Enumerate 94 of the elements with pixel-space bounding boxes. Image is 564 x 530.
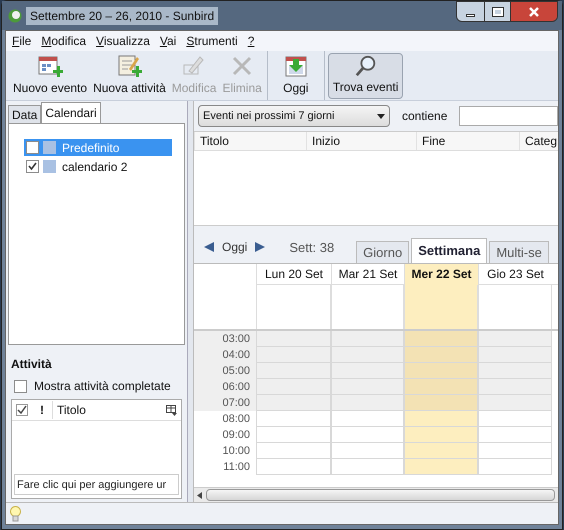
time-slot[interactable] bbox=[404, 427, 478, 443]
view-tab[interactable]: Giorno bbox=[356, 241, 410, 263]
menu-item[interactable]: Vai bbox=[160, 32, 176, 50]
time-slot[interactable] bbox=[404, 411, 478, 427]
today-button[interactable]: Oggi bbox=[220, 238, 250, 256]
maximize-button[interactable] bbox=[484, 2, 510, 21]
app-logo-icon bbox=[8, 9, 22, 23]
time-slot[interactable] bbox=[404, 459, 478, 475]
time-slot[interactable] bbox=[478, 363, 552, 379]
time-slot[interactable] bbox=[478, 459, 552, 475]
hour-label: 04:00 bbox=[194, 347, 256, 363]
next-arrow-icon[interactable] bbox=[255, 242, 266, 252]
column-picker-icon[interactable] bbox=[166, 404, 177, 416]
column-header[interactable]: Categ bbox=[519, 132, 558, 150]
time-slot[interactable] bbox=[256, 443, 331, 459]
horizontal-scrollbar[interactable] bbox=[194, 487, 558, 502]
all-day-slot[interactable] bbox=[404, 285, 478, 329]
checkbox[interactable] bbox=[26, 160, 39, 173]
time-slot[interactable] bbox=[478, 411, 552, 427]
previous-arrow-icon[interactable] bbox=[204, 242, 214, 252]
day-header[interactable]: Mer 22 Set bbox=[404, 264, 478, 285]
time-slot[interactable] bbox=[478, 427, 552, 443]
calendar-name: Predefinito bbox=[61, 140, 120, 156]
column-header[interactable]: Inizio bbox=[306, 132, 416, 150]
all-day-slot[interactable] bbox=[478, 285, 552, 329]
search-field[interactable] bbox=[459, 106, 558, 126]
filter-dropdown[interactable]: Eventi nei prossimi 7 giorni bbox=[198, 105, 390, 127]
hour-label: 03:00 bbox=[194, 331, 256, 347]
all-day-slot[interactable] bbox=[331, 285, 404, 329]
time-slot[interactable] bbox=[256, 459, 331, 475]
toolbar-button[interactable]: Trova eventi bbox=[328, 52, 404, 98]
time-slot[interactable] bbox=[404, 395, 478, 411]
contains-label: contiene bbox=[402, 108, 448, 125]
menu-item[interactable]: Strumenti bbox=[186, 32, 238, 50]
time-slot[interactable] bbox=[404, 347, 478, 363]
time-slot[interactable] bbox=[331, 459, 404, 475]
time-slot[interactable] bbox=[331, 395, 404, 411]
time-slot[interactable] bbox=[404, 331, 478, 347]
time-slot[interactable] bbox=[331, 443, 404, 459]
hour-label: 07:00 bbox=[194, 395, 256, 411]
time-slot[interactable] bbox=[404, 443, 478, 459]
toolbar-button[interactable]: Nuovo evento bbox=[11, 52, 90, 98]
notepad-plus-icon bbox=[116, 52, 142, 78]
window-title: Settembre 20 – 26, 2010 - Sunbird bbox=[26, 7, 218, 25]
time-slot[interactable] bbox=[331, 427, 404, 443]
time-slot[interactable] bbox=[256, 427, 331, 443]
time-slot[interactable] bbox=[478, 331, 552, 347]
new-task-field[interactable]: Fare clic qui per aggiungere ur bbox=[14, 474, 179, 495]
toolbar-button[interactable]: Nuova attività bbox=[91, 52, 168, 98]
calendar-item[interactable]: calendario 2 bbox=[24, 158, 172, 175]
menu-item[interactable]: Visualizza bbox=[96, 32, 150, 50]
time-slot[interactable] bbox=[478, 395, 552, 411]
view-tab[interactable]: Multi-se bbox=[489, 241, 549, 263]
time-slot[interactable] bbox=[404, 379, 478, 395]
sidebar-tab[interactable]: Calendari bbox=[41, 102, 101, 123]
time-slot[interactable] bbox=[331, 363, 404, 379]
column-header[interactable]: Titolo bbox=[52, 401, 166, 419]
time-slot[interactable] bbox=[256, 331, 331, 347]
calendar-name: calendario 2 bbox=[61, 158, 128, 176]
view-tab[interactable]: Settimana bbox=[411, 238, 488, 263]
time-slot[interactable] bbox=[331, 411, 404, 427]
sidebar-tab[interactable]: Data bbox=[8, 105, 42, 123]
lightbulb-icon bbox=[10, 506, 21, 522]
minimize-button[interactable] bbox=[457, 2, 484, 21]
time-slot[interactable] bbox=[331, 331, 404, 347]
caret-icon bbox=[377, 114, 385, 118]
all-day-slot[interactable] bbox=[256, 285, 331, 329]
menu-item[interactable]: Modifica bbox=[41, 32, 86, 50]
toolbar-button[interactable]: Oggi bbox=[270, 52, 321, 98]
time-slot[interactable] bbox=[256, 395, 331, 411]
scrollbar-thumb[interactable] bbox=[206, 489, 555, 501]
hour-label: 06:00 bbox=[194, 379, 256, 395]
time-slot[interactable] bbox=[478, 347, 552, 363]
checkbox-label: Mostra attività completate bbox=[34, 378, 171, 395]
week-number: Sett: 38 bbox=[288, 238, 334, 256]
time-slot[interactable] bbox=[478, 443, 552, 459]
close-icon bbox=[529, 6, 539, 16]
column-header[interactable]: Fine bbox=[416, 132, 519, 150]
time-slot[interactable] bbox=[478, 379, 552, 395]
completed-column-icon[interactable] bbox=[16, 404, 28, 416]
tasks-heading: Attività bbox=[11, 356, 53, 373]
time-slot[interactable] bbox=[404, 363, 478, 379]
menu-item[interactable]: ? bbox=[248, 32, 254, 50]
time-slot[interactable] bbox=[331, 379, 404, 395]
scroll-left-icon[interactable] bbox=[197, 492, 202, 498]
time-slot[interactable] bbox=[331, 347, 404, 363]
hour-label: 05:00 bbox=[194, 363, 256, 379]
column-header[interactable]: ! bbox=[32, 401, 52, 419]
menu-item[interactable]: File bbox=[12, 32, 32, 50]
close-button[interactable] bbox=[510, 2, 557, 21]
checkbox[interactable] bbox=[14, 380, 27, 392]
time-slot[interactable] bbox=[256, 411, 331, 427]
column-header[interactable]: Titolo bbox=[194, 132, 306, 150]
checkbox[interactable] bbox=[26, 141, 39, 154]
